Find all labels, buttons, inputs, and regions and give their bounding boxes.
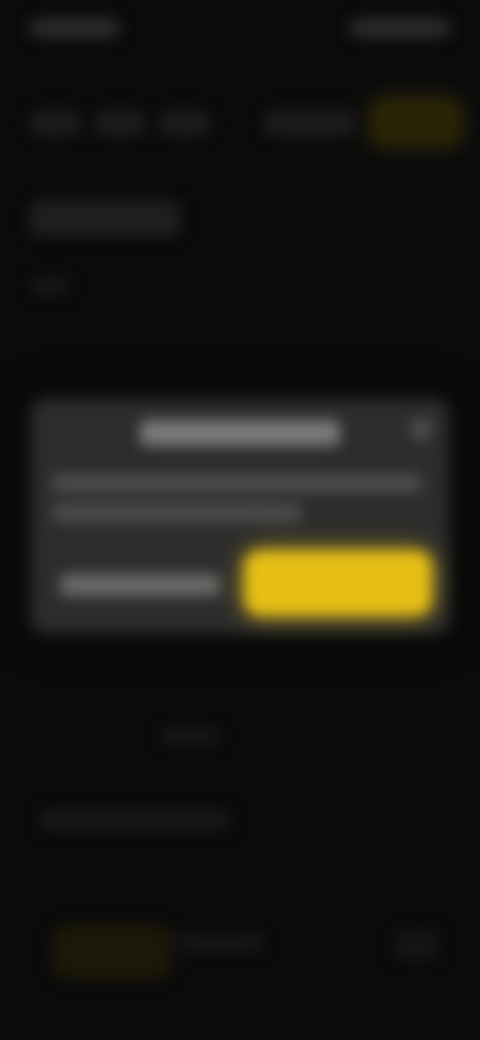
status-bar-right [350,18,450,38]
blurred-content [0,0,480,1040]
dialog-message-line-1 [52,474,422,492]
content-row [40,810,230,830]
page-title [30,200,180,236]
nav-item-4[interactable] [265,110,355,136]
bottom-icon[interactable] [395,930,439,960]
nav-item-1[interactable] [30,110,80,136]
nav-item-2[interactable] [95,110,145,136]
bottom-label [175,935,265,951]
bottom-action-button[interactable] [52,925,172,979]
dialog-message-line-2 [52,504,302,522]
app-screen [0,0,480,1040]
modal-dialog [30,398,450,634]
nav-accent-button[interactable] [370,98,462,146]
page-subtitle [30,278,70,294]
content-label [160,728,220,744]
dialog-title [140,420,340,446]
primary-button[interactable] [244,550,432,616]
secondary-button[interactable] [60,574,220,596]
status-bar-left [30,18,120,38]
close-icon[interactable] [410,418,432,440]
nav-item-3[interactable] [160,110,210,136]
